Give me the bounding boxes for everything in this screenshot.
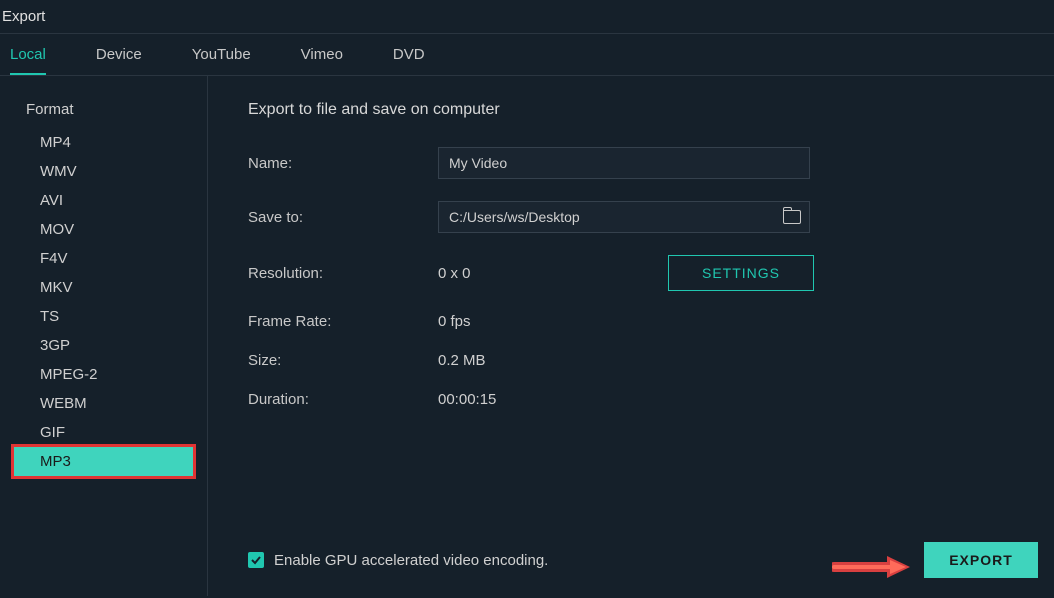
format-item-ts[interactable]: TS	[14, 302, 193, 331]
format-item-f4v[interactable]: F4V	[14, 244, 193, 273]
format-item-mp4[interactable]: MP4	[14, 128, 193, 157]
save-to-path: C:/Users/ws/Desktop	[449, 209, 783, 225]
tab-dvd[interactable]: DVD	[393, 46, 425, 75]
name-input[interactable]	[438, 147, 810, 179]
format-item-avi[interactable]: AVI	[14, 186, 193, 215]
format-item-mkv[interactable]: MKV	[14, 273, 193, 302]
tab-device[interactable]: Device	[96, 46, 142, 75]
format-item-webm[interactable]: WEBM	[14, 389, 193, 418]
format-item-3gp[interactable]: 3GP	[14, 331, 193, 360]
format-item-mov[interactable]: MOV	[14, 215, 193, 244]
export-button[interactable]: EXPORT	[924, 542, 1038, 578]
gpu-checkbox-label: Enable GPU accelerated video encoding.	[274, 552, 548, 569]
frame-rate-label: Frame Rate:	[248, 313, 438, 330]
check-icon	[250, 554, 262, 566]
window-titlebar: Export	[0, 0, 1054, 34]
save-to-input[interactable]: C:/Users/ws/Desktop	[438, 201, 810, 233]
name-label: Name:	[248, 155, 438, 172]
folder-icon[interactable]	[783, 210, 801, 224]
content-heading: Export to file and save on computer	[248, 101, 1014, 119]
format-sidebar: Format MP4WMVAVIMOVF4VMKVTS3GPMPEG-2WEBM…	[0, 76, 208, 596]
format-item-mpeg-2[interactable]: MPEG-2	[14, 360, 193, 389]
arrow-icon	[832, 552, 912, 582]
frame-rate-value: 0 fps	[438, 313, 471, 330]
tabs: Local Device YouTube Vimeo DVD	[0, 34, 1054, 76]
settings-button[interactable]: SETTINGS	[668, 255, 814, 291]
tab-youtube[interactable]: YouTube	[192, 46, 251, 75]
format-item-wmv[interactable]: WMV	[14, 157, 193, 186]
content-area: Export to file and save on computer Name…	[208, 76, 1054, 596]
save-to-label: Save to:	[248, 209, 438, 226]
tab-local[interactable]: Local	[10, 46, 46, 75]
duration-label: Duration:	[248, 391, 438, 408]
tab-vimeo[interactable]: Vimeo	[301, 46, 343, 75]
window-title: Export	[2, 8, 45, 25]
annotation-arrow	[832, 552, 912, 582]
format-item-gif[interactable]: GIF	[14, 418, 193, 447]
size-value: 0.2 MB	[438, 352, 486, 369]
format-title: Format	[0, 101, 207, 128]
format-item-mp3[interactable]: MP3	[14, 447, 193, 476]
resolution-value: 0 x 0	[438, 265, 618, 282]
gpu-checkbox[interactable]	[248, 552, 264, 568]
size-label: Size:	[248, 352, 438, 369]
resolution-label: Resolution:	[248, 265, 438, 282]
duration-value: 00:00:15	[438, 391, 496, 408]
